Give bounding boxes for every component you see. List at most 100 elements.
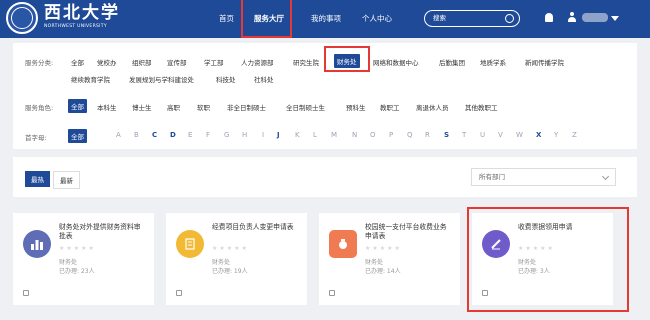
category-chip[interactable]: 地质学系 — [480, 57, 506, 67]
search-placeholder: 搜索 — [433, 14, 446, 22]
star-rating: ★★★★★ — [59, 245, 96, 252]
sort-new-button[interactable]: 最新 — [53, 171, 80, 189]
role-chip[interactable]: 预科生 — [346, 102, 366, 112]
card-count: 已办理: 23人 — [59, 268, 95, 275]
chevron-down-icon — [601, 172, 610, 181]
letter-s[interactable]: S — [444, 131, 449, 139]
category-chip[interactable]: 继续教育学院 — [71, 74, 110, 84]
category-chip[interactable]: 学工部 — [204, 57, 224, 67]
role-chip[interactable]: 离退休人员 — [416, 102, 449, 112]
card-count: 已办理: 14人 — [365, 268, 401, 275]
card-title[interactable]: 经费项目负责人变更申请表 — [212, 223, 300, 232]
category-label: 服务分类: — [25, 59, 54, 67]
role-chip[interactable]: 非全日制硕士 — [227, 102, 266, 112]
card-department: 财务处 — [59, 259, 78, 266]
building-icon — [176, 290, 182, 296]
letter-e[interactable]: E — [188, 131, 192, 139]
category-chip[interactable]: 人力资源部 — [241, 57, 274, 67]
role-chip[interactable]: 博士生 — [132, 102, 152, 112]
building-icon — [329, 290, 335, 296]
role-chip[interactable]: 软职 — [197, 102, 210, 112]
service-card[interactable]: 校园统一支付平台收费业务申请表 ★★★★★ 财务处 已办理: 14人 — [319, 213, 460, 305]
highlight-box-service-hall — [241, 0, 292, 38]
building-icon — [23, 290, 29, 296]
category-chip[interactable]: 后勤集团 — [439, 57, 465, 67]
letter-l[interactable]: L — [313, 131, 317, 139]
highlight-box-card — [467, 207, 629, 312]
role-chip[interactable]: 其他教职工 — [465, 102, 498, 112]
card-title[interactable]: 财务处对外提供财务资料审批表 — [59, 223, 147, 241]
category-chip[interactable]: 网络和数据中心 — [373, 57, 419, 67]
category-chip[interactable]: 全部 — [71, 57, 84, 67]
sort-panel: 最热 最新 所有部门 — [13, 157, 637, 197]
letter-a[interactable]: A — [116, 131, 121, 139]
department-select[interactable]: 所有部门 — [471, 168, 616, 186]
logo-subtitle: NORTHWEST UNIVERSITY — [44, 24, 107, 29]
letter-label: 首字母: — [25, 134, 47, 142]
money-bag-icon — [329, 230, 357, 258]
category-chip[interactable]: 党校办 — [97, 57, 117, 67]
star-rating: ★★★★★ — [212, 245, 249, 252]
user-icon[interactable] — [568, 12, 576, 22]
category-chip[interactable]: 社科处 — [254, 74, 274, 84]
search-input[interactable]: 搜索 — [424, 10, 520, 27]
letter-w[interactable]: W — [516, 131, 523, 139]
letter-f[interactable]: F — [206, 131, 210, 139]
department-select-value: 所有部门 — [479, 173, 505, 181]
highlight-box-finance — [324, 46, 370, 72]
letter-m[interactable]: M — [331, 131, 337, 139]
role-chip[interactable]: 高职 — [167, 102, 180, 112]
top-header: 西北大学 NORTHWEST UNIVERSITY 首页 服务大厅 我的事项 个… — [0, 0, 650, 38]
category-chip[interactable]: 宣传部 — [167, 57, 187, 67]
category-chip[interactable]: 新闻传播学院 — [525, 57, 564, 67]
letter-h[interactable]: H — [242, 131, 247, 139]
service-card[interactable]: 经费项目负责人变更申请表 ★★★★★ 财务处 已办理: 19人 — [166, 213, 307, 305]
letter-p[interactable]: P — [389, 131, 393, 139]
nav-home[interactable]: 首页 — [219, 13, 234, 24]
letter-b[interactable]: B — [134, 131, 139, 139]
chevron-down-icon[interactable] — [611, 16, 619, 21]
card-count: 已办理: 19人 — [212, 268, 248, 275]
filter-panel: 服务分类: 全部 党校办 组织部 宣传部 学工部 人力资源部 研究生院 财务处 … — [13, 43, 637, 149]
role-chip-all[interactable]: 全部 — [68, 99, 87, 113]
letter-c[interactable]: C — [152, 131, 157, 139]
letter-k[interactable]: K — [295, 131, 300, 139]
search-icon[interactable] — [505, 14, 514, 23]
sort-hot-button[interactable]: 最热 — [25, 171, 50, 187]
letter-chip-all[interactable]: 全部 — [68, 129, 87, 143]
user-name-redacted[interactable] — [582, 13, 608, 22]
letter-r[interactable]: R — [425, 131, 430, 139]
letter-t[interactable]: T — [462, 131, 466, 139]
letter-u[interactable]: U — [480, 131, 485, 139]
logo-name: 西北大学 — [44, 3, 120, 23]
bell-icon[interactable] — [545, 13, 553, 22]
card-department: 财务处 — [365, 259, 384, 266]
card-department: 财务处 — [212, 259, 231, 266]
letter-q[interactable]: Q — [407, 131, 413, 139]
service-card[interactable]: 财务处对外提供财务资料审批表 ★★★★★ 财务处 已办理: 23人 — [13, 213, 154, 305]
category-chip[interactable]: 科技处 — [216, 74, 236, 84]
letter-z[interactable]: Z — [572, 131, 577, 139]
category-chip[interactable]: 发展规划与学科建设处 — [129, 74, 194, 84]
letter-x[interactable]: X — [536, 131, 541, 139]
letter-i[interactable]: I — [262, 131, 264, 139]
role-label: 服务角色: — [25, 104, 54, 112]
category-chip[interactable]: 研究生院 — [293, 57, 319, 67]
card-title[interactable]: 校园统一支付平台收费业务申请表 — [365, 223, 453, 241]
role-chip[interactable]: 教职工 — [380, 102, 400, 112]
letter-y[interactable]: Y — [554, 131, 558, 139]
category-chip[interactable]: 组织部 — [132, 57, 152, 67]
role-chip[interactable]: 全日制硕士生 — [286, 102, 325, 112]
document-icon — [176, 230, 204, 258]
nav-my-items[interactable]: 我的事项 — [311, 13, 341, 24]
letter-d[interactable]: D — [170, 131, 176, 139]
letter-j[interactable]: J — [277, 131, 280, 139]
star-rating: ★★★★★ — [365, 245, 402, 252]
bar-chart-icon — [23, 230, 51, 258]
letter-o[interactable]: O — [370, 131, 376, 139]
letter-v[interactable]: V — [498, 131, 503, 139]
role-chip[interactable]: 本科生 — [97, 102, 117, 112]
letter-n[interactable]: N — [352, 131, 357, 139]
nav-personal-center[interactable]: 个人中心 — [362, 13, 392, 24]
letter-g[interactable]: G — [224, 131, 229, 139]
